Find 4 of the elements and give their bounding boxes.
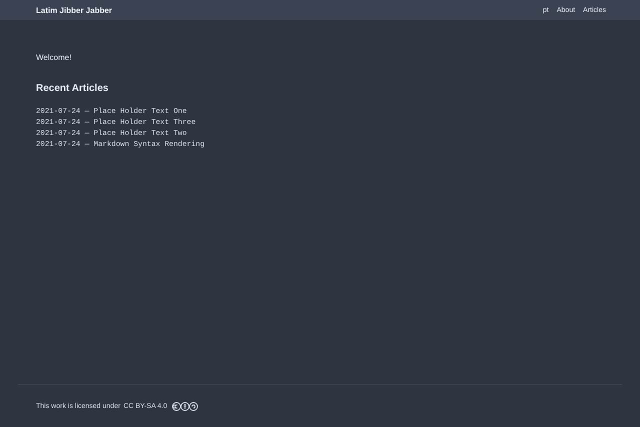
section-heading: Recent Articles xyxy=(36,83,110,94)
site-title[interactable]: Latim Jibber Jabber xyxy=(36,6,112,14)
welcome-text: Welcome! xyxy=(36,53,72,62)
license-icon xyxy=(172,402,198,410)
